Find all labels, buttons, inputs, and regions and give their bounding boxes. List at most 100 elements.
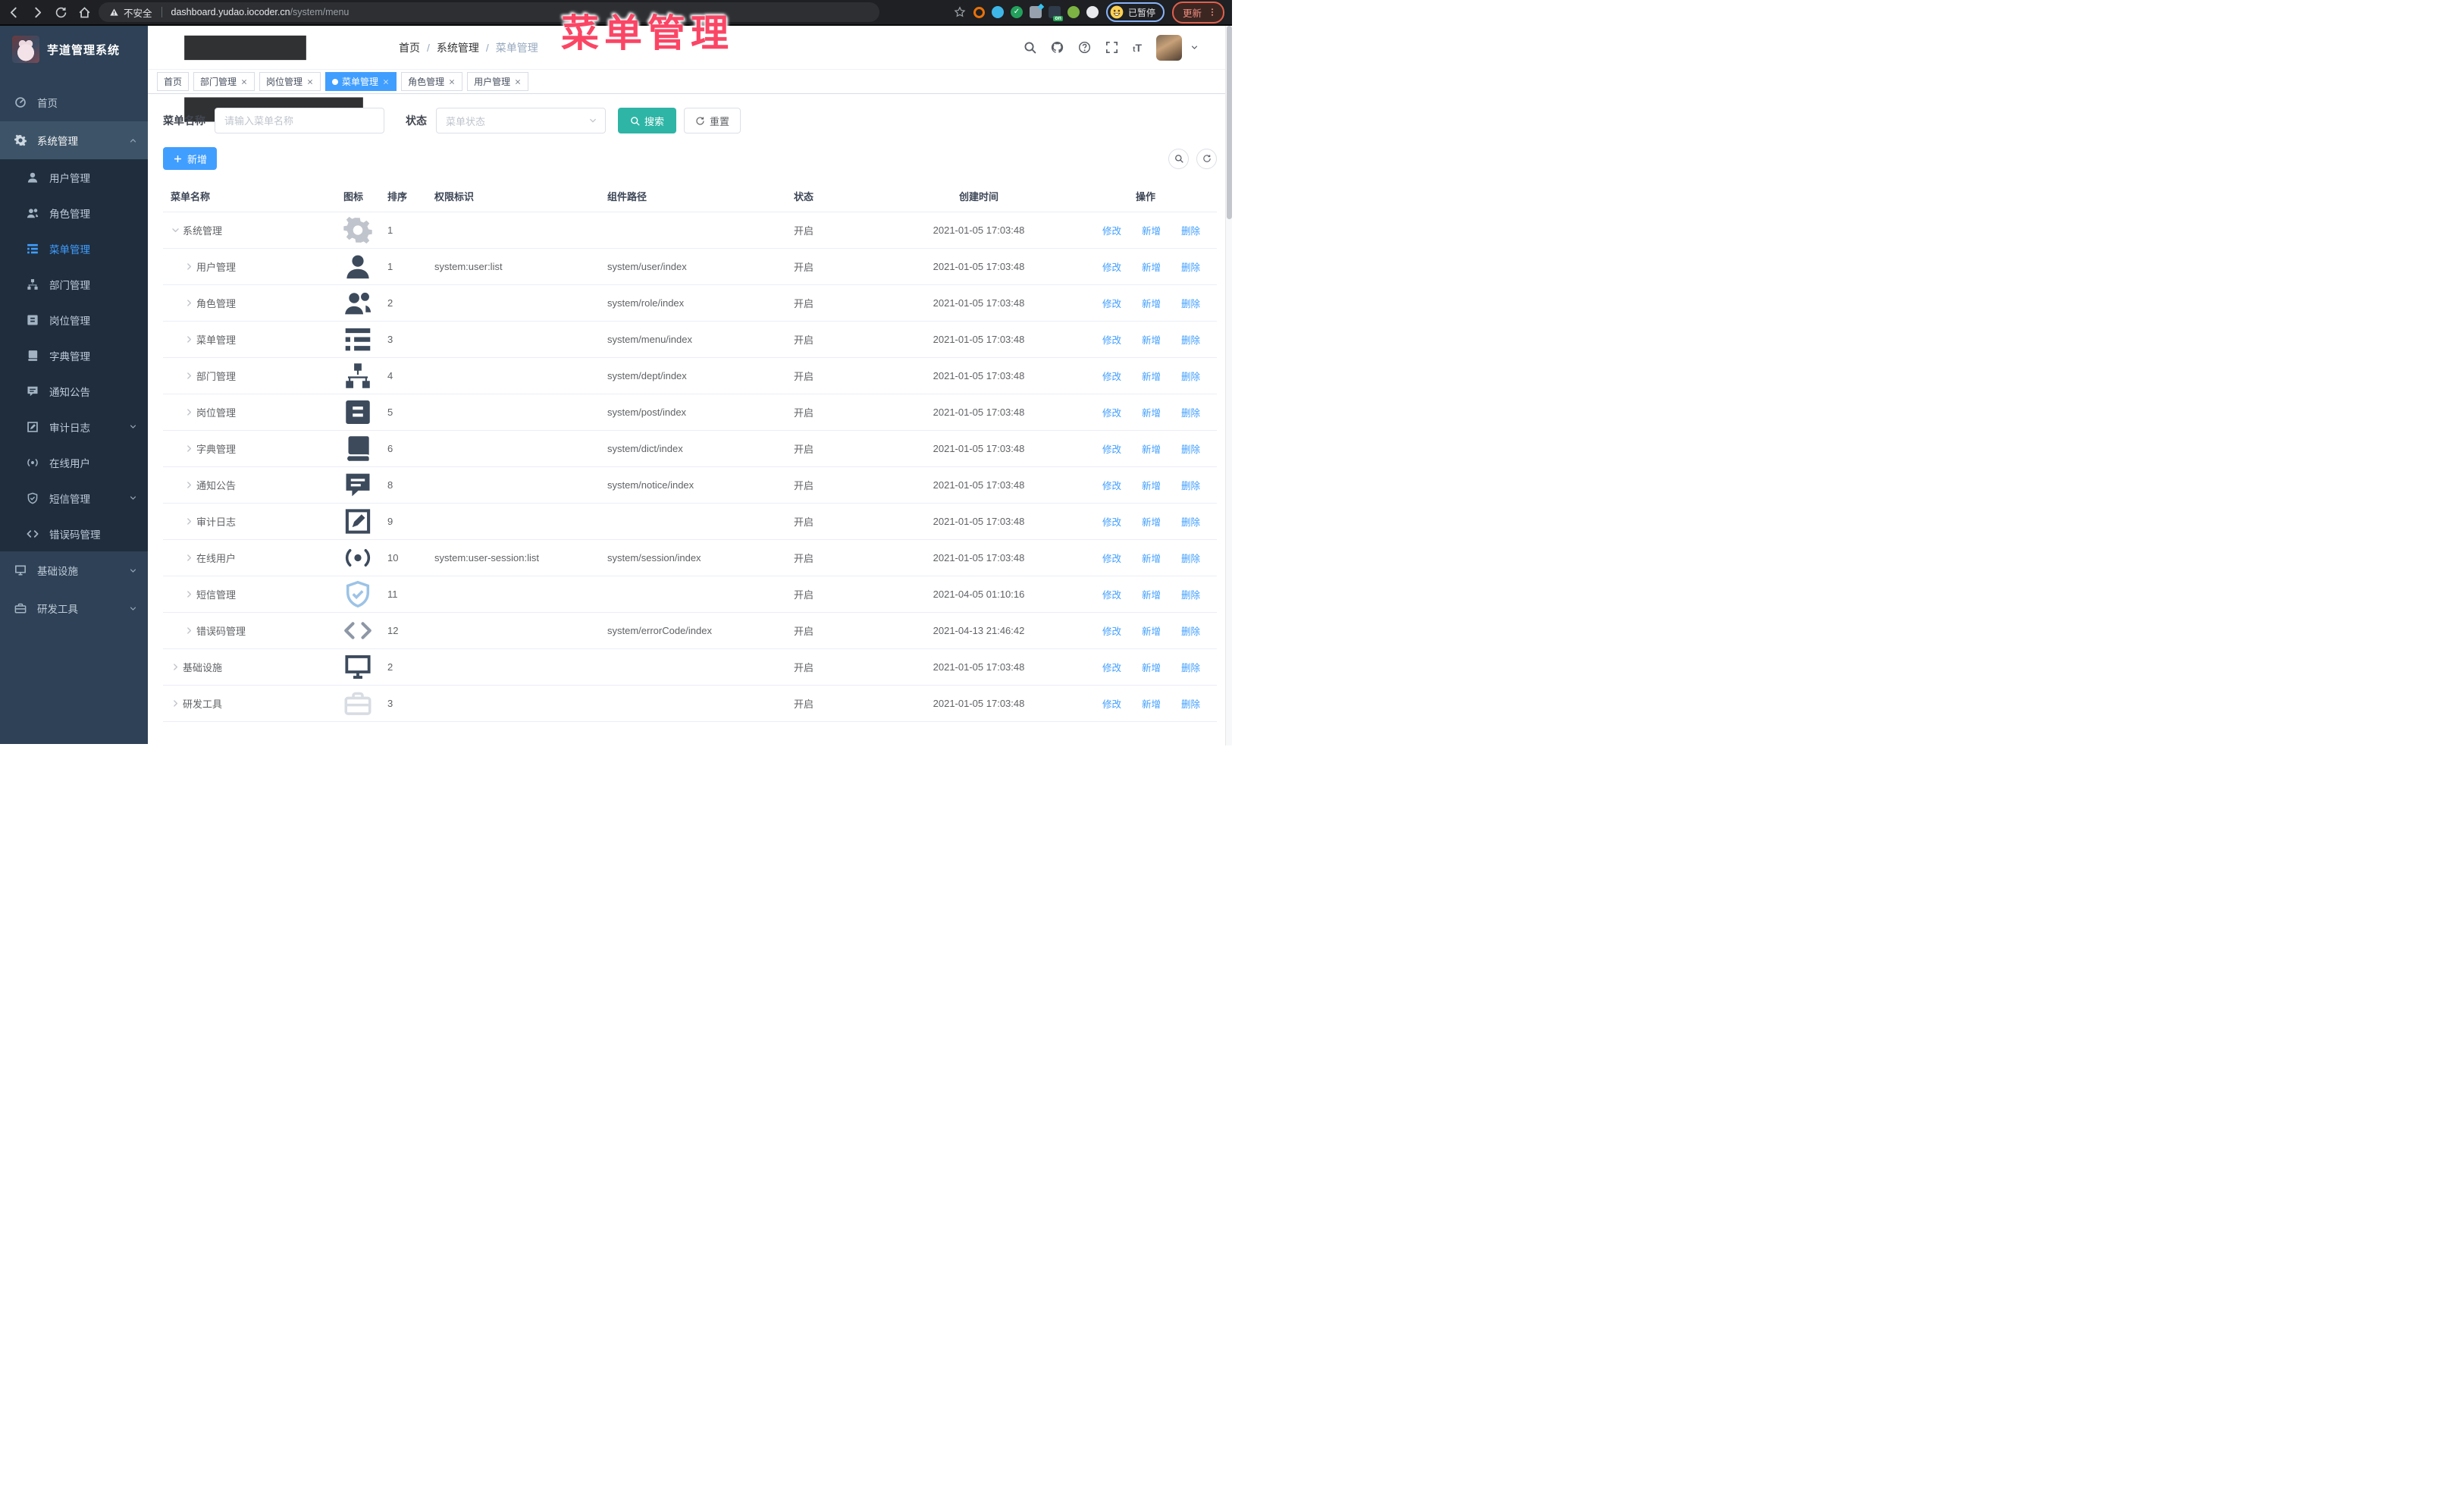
edit-link[interactable]: 修改 <box>1091 296 1121 310</box>
sidebar-item-gear[interactable]: 系统管理 <box>0 121 148 159</box>
edit-link[interactable]: 修改 <box>1091 369 1121 383</box>
edit-link[interactable]: 修改 <box>1091 223 1121 237</box>
delete-link[interactable]: 删除 <box>1170 587 1200 601</box>
table-row[interactable]: 菜单管理 3 system/menu/index 开启 2021-01-05 1… <box>163 321 1217 358</box>
sidebar-item-tree-table[interactable]: 菜单管理 <box>0 231 148 266</box>
tab-角色管理[interactable]: 角色管理 <box>401 72 463 91</box>
sidebar-item-dashboard[interactable]: 首页 <box>0 83 148 121</box>
edit-link[interactable]: 修改 <box>1091 332 1121 347</box>
kebab-menu-icon[interactable] <box>1208 8 1217 17</box>
sidebar-item-tool[interactable]: 研发工具 <box>0 589 148 627</box>
tree-caret-icon[interactable] <box>184 371 194 381</box>
sidebar-item-tree[interactable]: 部门管理 <box>0 266 148 302</box>
tab-菜单管理[interactable]: 菜单管理 <box>325 72 397 91</box>
table-row[interactable]: 系统管理 1 开启 2021-01-05 17:03:48 修改 新增 删除 <box>163 212 1217 249</box>
sidebar-item-online[interactable]: 在线用户 <box>0 444 148 480</box>
delete-link[interactable]: 删除 <box>1170 660 1200 674</box>
reset-button[interactable]: 重置 <box>684 108 741 133</box>
menu-name-input[interactable] <box>215 108 384 133</box>
sidebar-logo[interactable]: 芋道管理系统 <box>0 26 148 73</box>
sidebar-item-peoples[interactable]: 角色管理 <box>0 195 148 231</box>
tree-caret-icon[interactable] <box>184 298 194 308</box>
tree-caret-icon[interactable] <box>184 626 194 636</box>
delete-link[interactable]: 删除 <box>1170 478 1200 492</box>
delete-link[interactable]: 删除 <box>1170 223 1200 237</box>
back-icon[interactable] <box>8 6 20 19</box>
ext-green-key-icon[interactable] <box>1067 6 1080 18</box>
ext-on-badge-icon[interactable]: on <box>1048 6 1063 21</box>
home-icon[interactable] <box>78 6 91 19</box>
table-row[interactable]: 通知公告 8 system/notice/index 开启 2021-01-05… <box>163 466 1217 504</box>
tab-岗位管理[interactable]: 岗位管理 <box>259 72 321 91</box>
page-scrollbar[interactable] <box>1225 26 1232 746</box>
ext-puzzle-icon[interactable] <box>1086 6 1099 18</box>
tree-caret-icon[interactable] <box>184 553 194 563</box>
add-button[interactable]: 新增 <box>163 147 218 170</box>
delete-link[interactable]: 删除 <box>1170 332 1200 347</box>
add-link[interactable]: 新增 <box>1130 259 1161 274</box>
close-icon[interactable] <box>306 78 314 86</box>
add-link[interactable]: 新增 <box>1130 623 1161 638</box>
delete-link[interactable]: 删除 <box>1170 551 1200 565</box>
bookmark-star-icon[interactable] <box>954 6 966 18</box>
edit-link[interactable]: 修改 <box>1091 478 1121 492</box>
add-link[interactable]: 新增 <box>1130 223 1161 237</box>
add-link[interactable]: 新增 <box>1130 587 1161 601</box>
github-icon[interactable] <box>1051 41 1064 54</box>
sidebar-item-sms[interactable]: 短信管理 <box>0 480 148 516</box>
close-icon[interactable] <box>514 78 522 86</box>
add-link[interactable]: 新增 <box>1130 514 1161 529</box>
table-row[interactable]: 岗位管理 5 system/post/index 开启 2021-01-05 1… <box>163 394 1217 431</box>
user-avatar[interactable] <box>1156 34 1182 61</box>
close-icon[interactable] <box>448 78 456 86</box>
tree-caret-icon[interactable] <box>184 407 194 417</box>
edit-link[interactable]: 修改 <box>1091 660 1121 674</box>
add-link[interactable]: 新增 <box>1130 551 1161 565</box>
add-link[interactable]: 新增 <box>1130 660 1161 674</box>
delete-link[interactable]: 删除 <box>1170 514 1200 529</box>
close-icon[interactable] <box>240 78 248 86</box>
tree-caret-icon[interactable] <box>171 662 180 672</box>
edit-link[interactable]: 修改 <box>1091 441 1121 456</box>
tab-首页[interactable]: 首页 <box>157 72 190 91</box>
reload-icon[interactable] <box>55 6 67 19</box>
ext-grid-icon[interactable] <box>1029 3 1045 18</box>
fullscreen-icon[interactable] <box>1105 41 1118 54</box>
tab-用户管理[interactable]: 用户管理 <box>467 72 529 91</box>
table-row[interactable]: 用户管理 1 system:user:list system/user/inde… <box>163 248 1217 285</box>
edit-link[interactable]: 修改 <box>1091 514 1121 529</box>
table-row[interactable]: 字典管理 6 system/dict/index 开启 2021-01-05 1… <box>163 430 1217 467</box>
table-row[interactable]: 基础设施 2 开启 2021-01-05 17:03:48 修改 新增 删除 <box>163 648 1217 686</box>
edit-link[interactable]: 修改 <box>1091 259 1121 274</box>
delete-link[interactable]: 删除 <box>1170 441 1200 456</box>
tree-caret-icon[interactable] <box>184 516 194 526</box>
edit-link[interactable]: 修改 <box>1091 623 1121 638</box>
edit-link[interactable]: 修改 <box>1091 405 1121 419</box>
avatar-caret-icon[interactable] <box>1190 43 1199 52</box>
sidebar-item-monitor[interactable]: 基础设施 <box>0 551 148 589</box>
table-row[interactable]: 部门管理 4 system/dept/index 开启 2021-01-05 1… <box>163 357 1217 394</box>
table-row[interactable]: 审计日志 9 开启 2021-01-05 17:03:48 修改 新增 删除 <box>163 503 1217 540</box>
add-link[interactable]: 新增 <box>1130 696 1161 711</box>
add-link[interactable]: 新增 <box>1130 405 1161 419</box>
refresh-table-button[interactable] <box>1196 148 1217 169</box>
table-row[interactable]: 研发工具 3 开启 2021-01-05 17:03:48 修改 新增 删除 <box>163 685 1217 722</box>
tree-caret-icon[interactable] <box>184 480 194 490</box>
tree-caret-icon[interactable] <box>184 444 194 454</box>
delete-link[interactable]: 删除 <box>1170 405 1200 419</box>
toggle-search-button[interactable] <box>1168 148 1189 169</box>
browser-profile-badge[interactable]: 已暂停 <box>1105 2 1165 22</box>
tree-caret-icon[interactable] <box>171 698 180 708</box>
status-select[interactable]: 菜单状态 <box>436 108 606 133</box>
delete-link[interactable]: 删除 <box>1170 623 1200 638</box>
edit-link[interactable]: 修改 <box>1091 587 1121 601</box>
tree-caret-icon[interactable] <box>171 225 180 235</box>
ext-green-check-icon[interactable]: ✓ <box>1010 6 1023 18</box>
tree-caret-icon[interactable] <box>184 262 194 272</box>
tab-部门管理[interactable]: 部门管理 <box>193 72 255 91</box>
sidebar-item-log[interactable]: 审计日志 <box>0 409 148 444</box>
browser-update-button[interactable]: 更新 <box>1171 1 1224 24</box>
breadcrumb-item[interactable]: 系统管理 <box>437 40 479 55</box>
sidebar-item-message[interactable]: 通知公告 <box>0 373 148 409</box>
ext-orange-ring-icon[interactable] <box>973 6 985 18</box>
